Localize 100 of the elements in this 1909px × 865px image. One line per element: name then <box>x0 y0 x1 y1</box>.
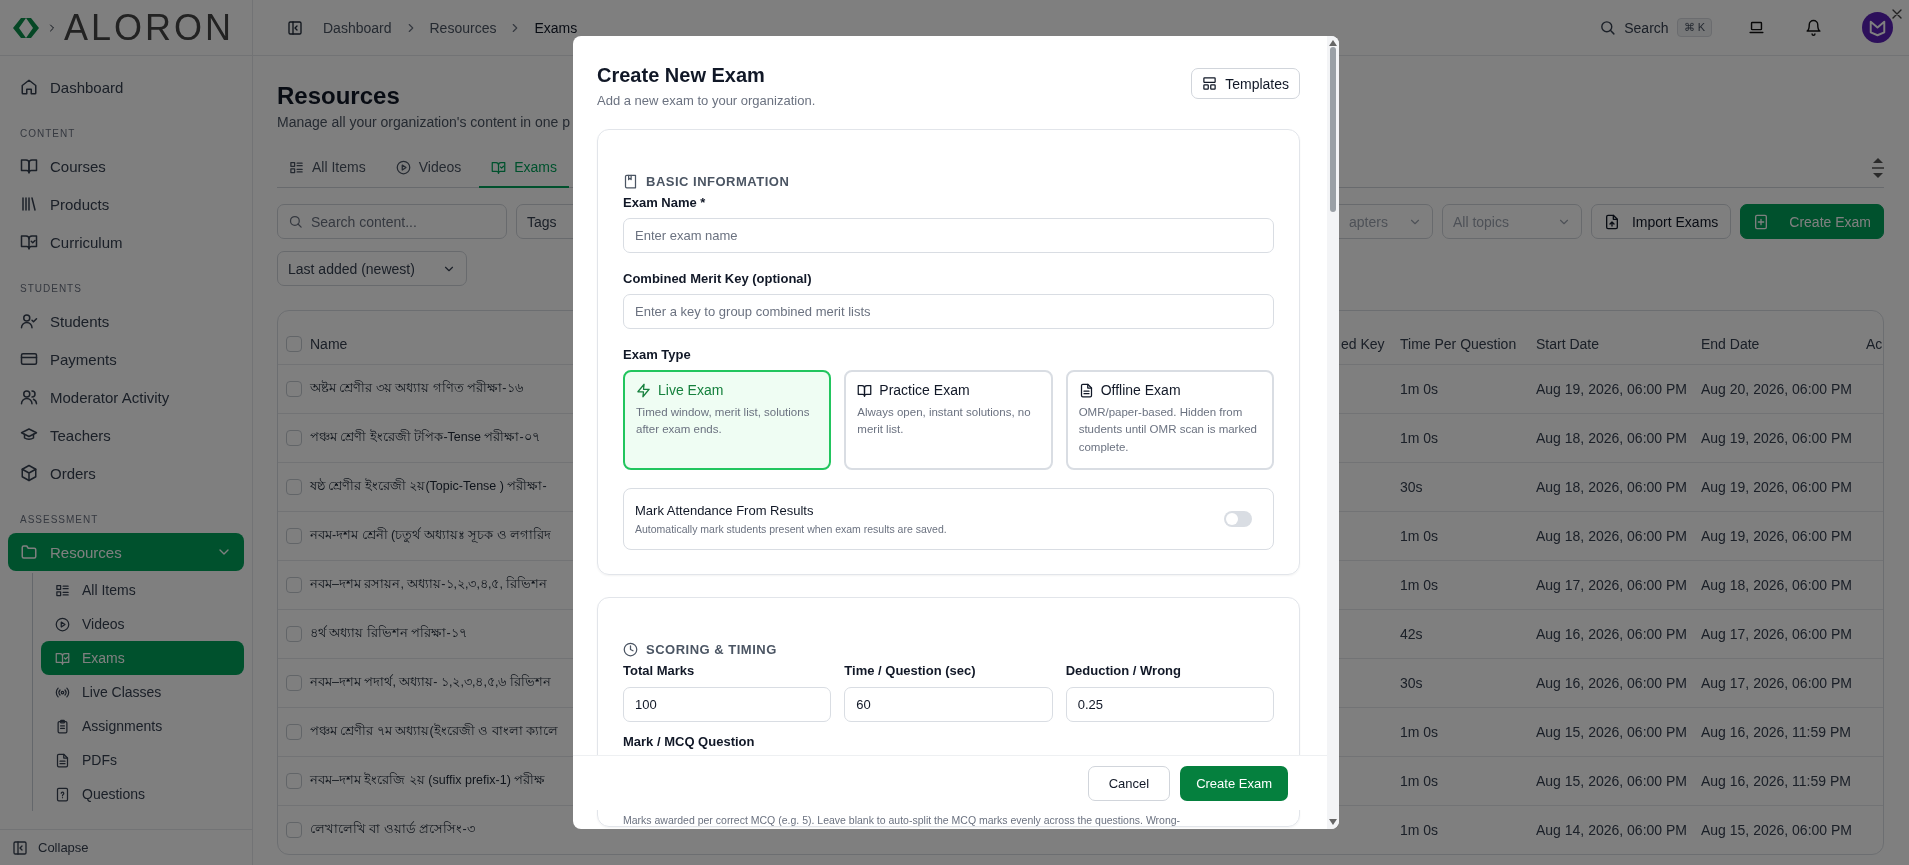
sidebar-item[interactable]: Courses <box>8 147 244 185</box>
exam-type-option[interactable]: Offline Exam OMR/paper-based. Hidden from students until OMR scan is marked complete. <box>1065 370 1274 470</box>
table-cell-text: Aug 16, 2026, 06:00 PM <box>1536 675 1688 691</box>
dialog-title: Create New Exam <box>597 64 766 87</box>
sidebar-subitem[interactable]: Videos <box>41 607 244 641</box>
toggle-switch[interactable] <box>1224 511 1252 527</box>
book-check-icon <box>55 650 70 666</box>
input-field[interactable]: 60 <box>844 687 1053 722</box>
checkbox[interactable] <box>286 822 302 838</box>
table-cell-text: Aug 19, 2026, 06:00 PM <box>1701 430 1853 446</box>
scroll-up-icon[interactable] <box>1329 40 1337 46</box>
sidebar-item[interactable]: Products <box>8 185 244 223</box>
table-cell-text: Aug 18, 2026, 06:00 PM <box>1536 430 1688 446</box>
sidebar-subitem[interactable]: Assignments <box>41 709 244 743</box>
sidebar-subitem[interactable]: Exams <box>41 641 244 675</box>
table-cell-text: Aug 14, 2026, 06:00 PM <box>1536 822 1688 838</box>
table-cell-text: Aug 18, 2026, 06:00 PM <box>1536 528 1688 544</box>
table-cell: নবম–দশম পদার্থ, অধ্যায়- ১,২,৩,৪,৫,৬ রিভিশন <box>310 675 551 689</box>
breadcrumb-link[interactable]: Resources <box>429 19 497 36</box>
input-field[interactable]: Enter a key to group combined merit lists <box>623 294 1274 329</box>
search-button[interactable]: Search ⌘ K <box>1599 18 1712 37</box>
templates-button[interactable]: Templates <box>1191 68 1300 99</box>
sort-dropdown[interactable]: Last added (newest) <box>277 251 467 286</box>
import-button[interactable]: Import Exams <box>1590 204 1732 239</box>
option-description: Timed window, merit list, solutions after exam ends. <box>636 405 811 438</box>
file-upload-icon <box>1603 213 1620 230</box>
scroll-arrows-icon[interactable] <box>1870 157 1886 179</box>
checkbox[interactable] <box>286 626 302 642</box>
checkbox[interactable] <box>286 528 302 544</box>
sidebar-subitem[interactable]: Questions <box>41 777 244 811</box>
search-icon <box>1599 19 1617 36</box>
sidebar-item[interactable]: Payments <box>8 340 244 378</box>
table-cell: নবম-দশম শ্রেনী (চতুর্থ অধ্যায়ঃ সূচক ও লগারিদ <box>310 528 552 542</box>
sidebar-subitem[interactable]: All Items <box>41 573 244 607</box>
input-field[interactable]: 100 <box>623 687 832 722</box>
logo-text: ALORON <box>64 9 235 46</box>
file-text-icon <box>55 752 70 768</box>
checkbox[interactable] <box>286 479 302 495</box>
cancel-button[interactable]: Cancel <box>1087 765 1171 801</box>
clipboard-icon <box>55 718 70 734</box>
column-header: Ac <box>1866 335 1884 352</box>
table-cell-text: Aug 16, 2026, 11:59 PM <box>1701 724 1852 740</box>
search-icon <box>288 214 303 229</box>
exam-type-option[interactable]: Live Exam Timed window, merit list, solutions after exam ends. <box>623 370 832 470</box>
sidebar-item[interactable]: Students <box>8 302 244 340</box>
table-cell: ষষ্ঠ শ্রেণীর ইংরেজী ২য়(Topic-Tense ) পরীক্ষা- <box>310 479 547 493</box>
scrollbar[interactable] <box>1327 36 1339 829</box>
create-exam-button[interactable]: Create Exam <box>1180 765 1288 801</box>
breadcrumb-link[interactable]: Dashboard <box>323 19 392 36</box>
exam-type-option[interactable]: Practice Exam Always open, instant solutions, no merit list. <box>844 370 1053 470</box>
checkbox[interactable] <box>286 773 302 789</box>
lightning-icon <box>636 382 651 398</box>
create-exam-button[interactable]: Create Exam <box>1740 204 1884 239</box>
checkbox[interactable] <box>286 335 302 352</box>
file-plus-icon <box>1753 213 1770 230</box>
tab[interactable]: Exams <box>479 148 570 188</box>
breadcrumb-link[interactable]: Exams <box>534 19 578 36</box>
section-label: CONTENT <box>19 128 77 139</box>
library-icon <box>20 195 38 213</box>
sidebar-item[interactable]: Curriculum <box>8 223 244 261</box>
play-circle-icon <box>395 159 411 175</box>
list-icon <box>55 582 70 598</box>
book-check-icon <box>491 159 507 175</box>
search-field[interactable]: Search content... <box>277 204 507 239</box>
table-cell-text: 1m 0s <box>1400 724 1440 740</box>
section-label: ASSESSMENT <box>19 514 100 525</box>
checkbox[interactable] <box>286 675 302 691</box>
scroll-down-icon[interactable] <box>1329 819 1337 825</box>
input-field[interactable]: 0.25 <box>1065 687 1274 722</box>
tab[interactable]: All Items <box>277 148 378 188</box>
table-cell: নবম–দশম ইংরেজি ২য় (suffix prefix-1) পরীক্ষ <box>310 773 546 787</box>
sidebar-subitem[interactable]: PDFs <box>41 743 244 777</box>
collapse-button[interactable]: Collapse <box>0 829 252 865</box>
avatar[interactable] <box>1862 12 1893 43</box>
column-header: Time Per Question <box>1400 335 1518 352</box>
option-title: Live Exam <box>658 382 724 398</box>
field-label: Mark / MCQ Question <box>623 734 755 749</box>
table-cell-text: 1m 0s <box>1400 773 1440 789</box>
option-description: Always open, instant solutions, no merit list. <box>857 405 1032 438</box>
column-header: Name <box>310 335 349 352</box>
checkbox[interactable] <box>286 724 302 740</box>
table-cell-text: Aug 16, 2026, 11:59 PM <box>1701 773 1852 789</box>
sidebar-item[interactable]: Resources <box>8 533 244 571</box>
sidebar-subitem[interactable]: Live Classes <box>41 675 244 709</box>
checkbox[interactable] <box>286 577 302 593</box>
sidebar-item[interactable]: Teachers <box>8 416 244 454</box>
credit-card-icon <box>20 350 38 368</box>
table-cell: নবম–দশম রসায়ন, অধ্যায়-১,২,৩,৪,৫, রিভিশন <box>310 577 548 591</box>
sidebar-item[interactable]: Orders <box>8 454 244 492</box>
section-heading: BASIC INFORMATION <box>646 174 790 189</box>
table-cell-text: Aug 17, 2026, 06:00 PM <box>1701 626 1853 642</box>
sidebar-item[interactable]: Dashboard <box>8 68 244 106</box>
table-cell-text: Aug 19, 2026, 06:00 PM <box>1701 528 1853 544</box>
table-cell-text: Aug 20, 2026, 06:00 PM <box>1701 381 1853 397</box>
input-field[interactable]: Enter exam name <box>623 218 1274 253</box>
sidebar-item[interactable]: Moderator Activity <box>8 378 244 416</box>
table-cell-text: 1m 0s <box>1400 528 1440 544</box>
checkbox[interactable] <box>286 381 302 397</box>
tab[interactable]: Videos <box>383 148 474 188</box>
checkbox[interactable] <box>286 430 302 446</box>
